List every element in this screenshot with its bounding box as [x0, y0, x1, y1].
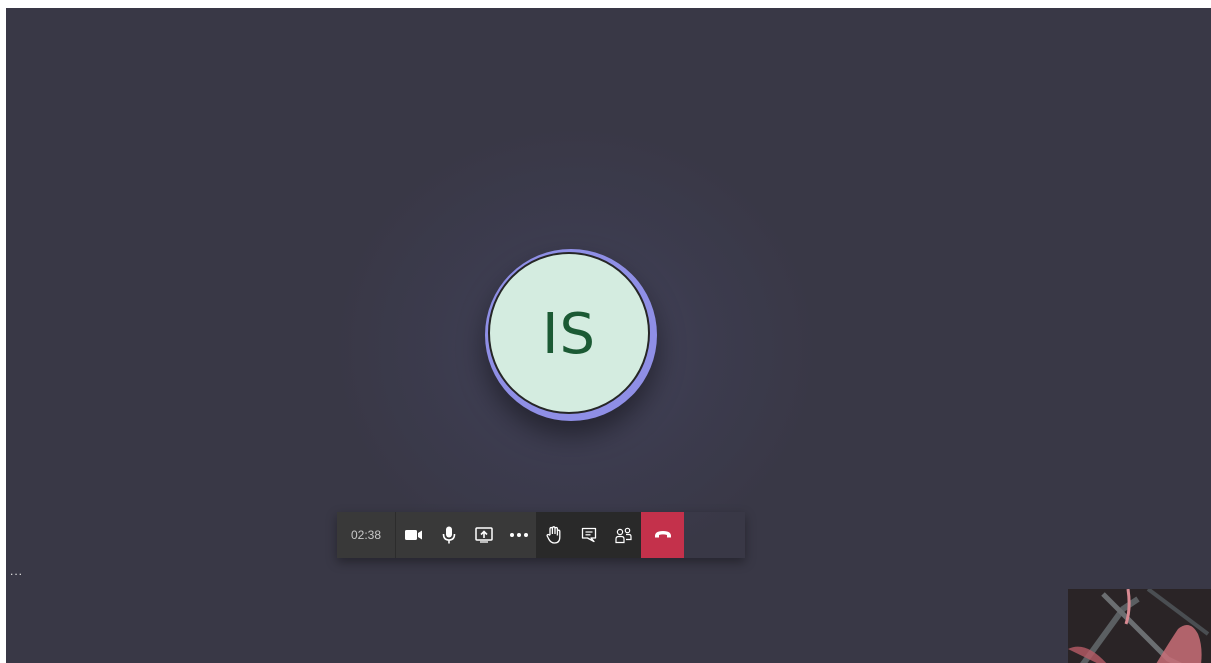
chat-icon	[581, 527, 597, 543]
camera-button[interactable]	[396, 512, 431, 558]
participants-icon	[615, 527, 632, 544]
share-screen-icon	[474, 527, 493, 543]
microphone-icon	[442, 526, 456, 544]
more-actions-icon	[509, 533, 528, 537]
share-screen-button[interactable]	[466, 512, 501, 558]
chat-button[interactable]	[571, 512, 606, 558]
self-video-frame	[1068, 589, 1211, 663]
call-control-bar: 02:38	[337, 512, 745, 558]
participant-initials: IS	[541, 301, 597, 367]
participants-button[interactable]	[606, 512, 641, 558]
call-controls-secondary	[536, 512, 684, 558]
hand-icon	[545, 526, 562, 544]
raise-hand-button[interactable]	[536, 512, 571, 558]
participant-avatar: IS	[488, 252, 650, 414]
camera-icon	[404, 529, 423, 541]
hang-up-button[interactable]	[641, 512, 684, 558]
call-timer: 02:38	[337, 512, 396, 558]
more-actions-button[interactable]	[501, 512, 536, 558]
phone-hangup-icon	[654, 526, 672, 544]
participant-avatar-ring: IS	[485, 249, 657, 421]
call-controls-primary: 02:38	[337, 512, 536, 558]
microphone-button[interactable]	[431, 512, 466, 558]
side-more-menu[interactable]: ...	[10, 564, 23, 578]
call-stage: IS ... 02:38	[6, 8, 1211, 663]
self-video-preview[interactable]	[1068, 589, 1211, 663]
